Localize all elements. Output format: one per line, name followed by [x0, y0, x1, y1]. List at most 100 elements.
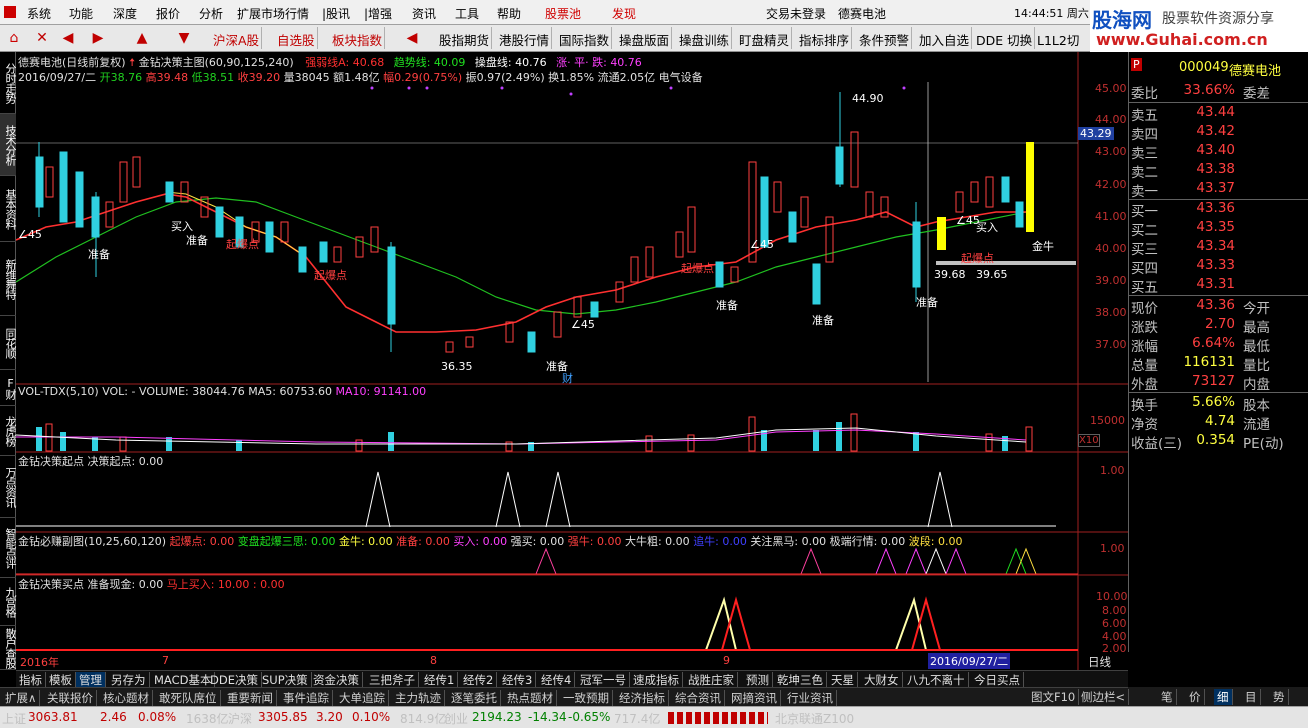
- ext-11[interactable]: 经济指标: [616, 690, 669, 706]
- side-tab-view[interactable]: 目: [1242, 689, 1261, 705]
- sidebar-toggle[interactable]: 侧边栏<: [1078, 689, 1130, 705]
- menu-tools[interactable]: 工具: [455, 5, 479, 22]
- ext-10[interactable]: 一致预期: [560, 690, 613, 706]
- ext-6[interactable]: 大单追踪: [336, 690, 389, 706]
- menu-depth[interactable]: 深度: [113, 5, 137, 22]
- tab-sector-index[interactable]: 板块指数: [330, 27, 386, 49]
- btab-16[interactable]: 预测: [743, 672, 773, 688]
- tab-favorites[interactable]: 自选股: [275, 27, 318, 49]
- btab-20[interactable]: 八九不离十: [904, 672, 969, 688]
- menu-help[interactable]: 帮助: [497, 5, 521, 22]
- btab-14[interactable]: 速成指标: [630, 672, 683, 688]
- menu-function[interactable]: 功能: [69, 5, 93, 22]
- tab-hk-market[interactable]: 港股行情: [497, 27, 553, 49]
- btab-7[interactable]: 资金决策: [310, 672, 363, 688]
- volume-indicator-name[interactable]: VOL-TDX(5,10): [18, 385, 99, 398]
- ext-0[interactable]: 扩展∧: [2, 690, 41, 706]
- tab-watch-genie[interactable]: 盯盘精灵: [737, 27, 793, 49]
- ext-3[interactable]: 敢死队席位: [156, 690, 221, 706]
- menu-enhance[interactable]: |增强: [364, 5, 392, 22]
- up-icon[interactable]: ▲: [130, 27, 154, 49]
- home-icon[interactable]: ⌂: [2, 27, 26, 49]
- btab-10[interactable]: 经传2: [460, 672, 498, 688]
- btab-11[interactable]: 经传3: [499, 672, 537, 688]
- menu-system[interactable]: 系统: [27, 5, 51, 22]
- btab-19[interactable]: 大财女: [861, 672, 903, 688]
- ext-4[interactable]: 重要新闻: [224, 690, 277, 706]
- menu-analysis[interactable]: 分析: [199, 5, 223, 22]
- btab-21[interactable]: 今日买点: [971, 672, 1024, 688]
- ext-2[interactable]: 核心题材: [100, 690, 153, 706]
- ind2-item-9: 关注黑马: 0.00: [750, 535, 827, 548]
- btab-13[interactable]: 冠军一号: [577, 672, 630, 688]
- side-tab-trend[interactable]: 势: [1270, 689, 1289, 705]
- btab-8[interactable]: 三把斧子: [366, 672, 419, 688]
- tab-timeshare[interactable]: 分时走势: [0, 52, 17, 114]
- hs-label[interactable]: 沪深: [228, 710, 252, 727]
- tab-smart-review[interactable]: 智能点评: [0, 518, 17, 578]
- menu-news[interactable]: |股讯: [322, 5, 350, 22]
- ext-8[interactable]: 逐笔委托: [448, 690, 501, 706]
- app-icon[interactable]: [3, 5, 17, 22]
- tab-technical[interactable]: 技术分析: [0, 114, 17, 176]
- tab-retail-query[interactable]: 散户查股: [0, 626, 17, 670]
- close-icon[interactable]: ✕: [30, 27, 54, 49]
- btab-9[interactable]: 经传1: [421, 672, 459, 688]
- btab-5[interactable]: DDE决策: [207, 672, 262, 688]
- btab-2[interactable]: 管理: [76, 672, 106, 688]
- btab-4[interactable]: MACD基本: [151, 672, 216, 688]
- ind2-name[interactable]: 金钻必赚副图(10,25,60,120): [18, 535, 166, 548]
- tab-trade-training[interactable]: 操盘训练: [677, 27, 733, 49]
- menu-ext-market[interactable]: 扩展市场行情: [237, 5, 309, 22]
- btab-18[interactable]: 天星: [828, 672, 858, 688]
- ind3-name[interactable]: 金钻决策买点: [18, 578, 84, 591]
- tab-indicator-sort[interactable]: 指标排序: [797, 27, 853, 49]
- ext-5[interactable]: 事件追踪: [280, 690, 333, 706]
- tab-new-dimension[interactable]: 新维舞特: [0, 242, 17, 316]
- tab-alert[interactable]: 条件预警: [857, 27, 913, 49]
- down-icon[interactable]: ▼: [172, 27, 196, 49]
- ext-1[interactable]: 关联报价: [44, 690, 97, 706]
- menu-info[interactable]: 资讯: [412, 5, 436, 22]
- f10-button[interactable]: 图文F10: [1028, 689, 1080, 705]
- ext-7[interactable]: 主力轨迹: [392, 690, 445, 706]
- btab-12[interactable]: 经传4: [538, 672, 576, 688]
- btab-15[interactable]: 战胜庄家: [685, 672, 738, 688]
- tab-finance[interactable]: F财: [0, 370, 17, 406]
- menu-discover[interactable]: 发现: [612, 5, 636, 22]
- period-label[interactable]: 日线: [1088, 654, 1111, 670]
- menu-quote[interactable]: 报价: [156, 5, 180, 22]
- tab-wandian-news[interactable]: 万点资讯: [0, 456, 17, 518]
- tab-fundamentals[interactable]: 基本资料: [0, 176, 17, 242]
- ext-12[interactable]: 综合资讯: [672, 690, 725, 706]
- tab-add-favorite[interactable]: 加入自选: [917, 27, 973, 49]
- tab-10jqka[interactable]: 同花顺: [0, 316, 17, 370]
- btab-1[interactable]: 模板: [46, 672, 76, 688]
- ext-14[interactable]: 行业资讯: [784, 690, 837, 706]
- kline-chart-area[interactable]: 德赛电池(日线前复权) 🠅 金钻决策主图(60,90,125,240) 强弱线A…: [16, 52, 1128, 670]
- ind1-name[interactable]: 金钻决策起点: [18, 455, 84, 468]
- cy-label[interactable]: 创业: [444, 710, 468, 727]
- tab-intl-index[interactable]: 国际指数: [557, 27, 613, 49]
- back-icon[interactable]: ◀: [56, 27, 80, 49]
- btab-0[interactable]: 指标: [16, 672, 46, 688]
- menu-stock-pool[interactable]: 股票池: [545, 5, 581, 22]
- tab-trade-layout[interactable]: 操盘版面: [617, 27, 673, 49]
- sh-label[interactable]: 上证: [2, 710, 26, 727]
- ext-9[interactable]: 热点题材: [504, 690, 557, 706]
- prev-icon[interactable]: ◀: [400, 27, 424, 49]
- side-tab-trades[interactable]: 笔: [1158, 689, 1177, 705]
- tab-l1l2[interactable]: L1L2切: [1035, 27, 1081, 49]
- btab-17[interactable]: 乾坤三色: [774, 672, 827, 688]
- tab-dragon-tiger[interactable]: 龙虎榜: [0, 406, 17, 456]
- forward-icon[interactable]: ▶: [86, 27, 110, 49]
- tab-dde-switch[interactable]: DDE 切换: [974, 27, 1036, 49]
- side-tab-price[interactable]: 价: [1186, 689, 1205, 705]
- tab-shsz-a[interactable]: 沪深A股: [211, 27, 263, 49]
- tab-index-futures[interactable]: 股指期货: [437, 27, 493, 49]
- side-tab-detail[interactable]: 细: [1214, 689, 1233, 705]
- btab-6[interactable]: SUP决策: [259, 672, 312, 688]
- btab-3[interactable]: 另存为: [108, 672, 150, 688]
- ext-13[interactable]: 网摘资讯: [728, 690, 781, 706]
- tab-nine-grid[interactable]: 九宫格: [0, 578, 17, 626]
